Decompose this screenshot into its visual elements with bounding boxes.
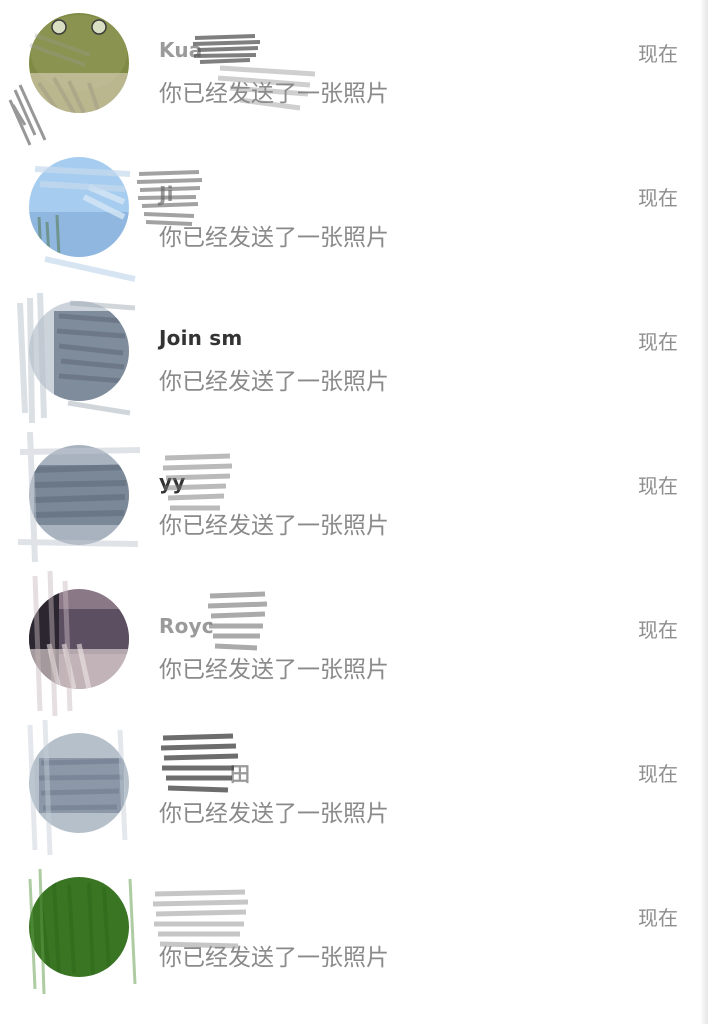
avatar-image <box>29 733 129 833</box>
conversation-row[interactable]: Ji 你已经发送了一张照片 现在 <box>0 144 700 288</box>
message-preview: 你已经发送了一张照片 <box>159 657 389 683</box>
avatar[interactable] <box>29 733 129 833</box>
timestamp: 现在 <box>638 330 678 354</box>
avatar[interactable] <box>29 301 129 401</box>
contact-name: yy <box>159 470 186 494</box>
conversation-row[interactable]: 你已经发送了一张照片 现在 <box>0 864 700 1008</box>
timestamp: 现在 <box>638 762 678 786</box>
avatar-image <box>29 13 129 113</box>
avatar-image <box>29 157 129 257</box>
avatar[interactable] <box>29 877 129 977</box>
timestamp: 现在 <box>638 906 678 930</box>
avatar-image <box>29 445 129 545</box>
avatar-image <box>29 589 129 689</box>
message-preview: 你已经发送了一张照片 <box>159 945 389 971</box>
conversation-row[interactable]: Kua 你已经发送了一张照片 现在 <box>0 0 700 146</box>
conversation-row[interactable]: Royc 你已经发送了一张照片 现在 <box>0 570 700 720</box>
avatar[interactable] <box>29 589 129 689</box>
scroll-edge <box>700 0 708 1024</box>
conversation-list: Kua 你已经发送了一张照片 现在 Ji 你已经发送了一张照片 现在 Join … <box>0 0 700 1024</box>
conversation-row[interactable]: yy 你已经发送了一张照片 现在 <box>0 431 700 576</box>
avatar-image <box>29 877 129 977</box>
avatar-image <box>29 301 129 401</box>
contact-name: Ji <box>159 182 174 206</box>
message-preview: 你已经发送了一张照片 <box>159 225 389 251</box>
timestamp: 现在 <box>638 42 678 66</box>
conversation-row[interactable]: 田 你已经发送了一张照片 现在 <box>0 719 700 864</box>
timestamp: 现在 <box>638 618 678 642</box>
contact-name: Kua <box>159 38 203 62</box>
conversation-row[interactable]: Join sm 你已经发送了一张照片 现在 <box>0 288 700 432</box>
message-preview: 你已经发送了一张照片 <box>159 513 389 539</box>
avatar[interactable] <box>29 157 129 257</box>
avatar[interactable] <box>29 445 129 545</box>
avatar[interactable] <box>29 13 129 113</box>
timestamp: 现在 <box>638 474 678 498</box>
contact-name: Royc <box>159 614 214 638</box>
message-preview: 你已经发送了一张照片 <box>159 801 389 827</box>
message-preview: 你已经发送了一张照片 <box>159 81 389 107</box>
message-preview: 你已经发送了一张照片 <box>159 369 389 395</box>
contact-name: 田 <box>230 762 251 786</box>
contact-name: Join sm <box>159 326 243 350</box>
timestamp: 现在 <box>638 186 678 210</box>
